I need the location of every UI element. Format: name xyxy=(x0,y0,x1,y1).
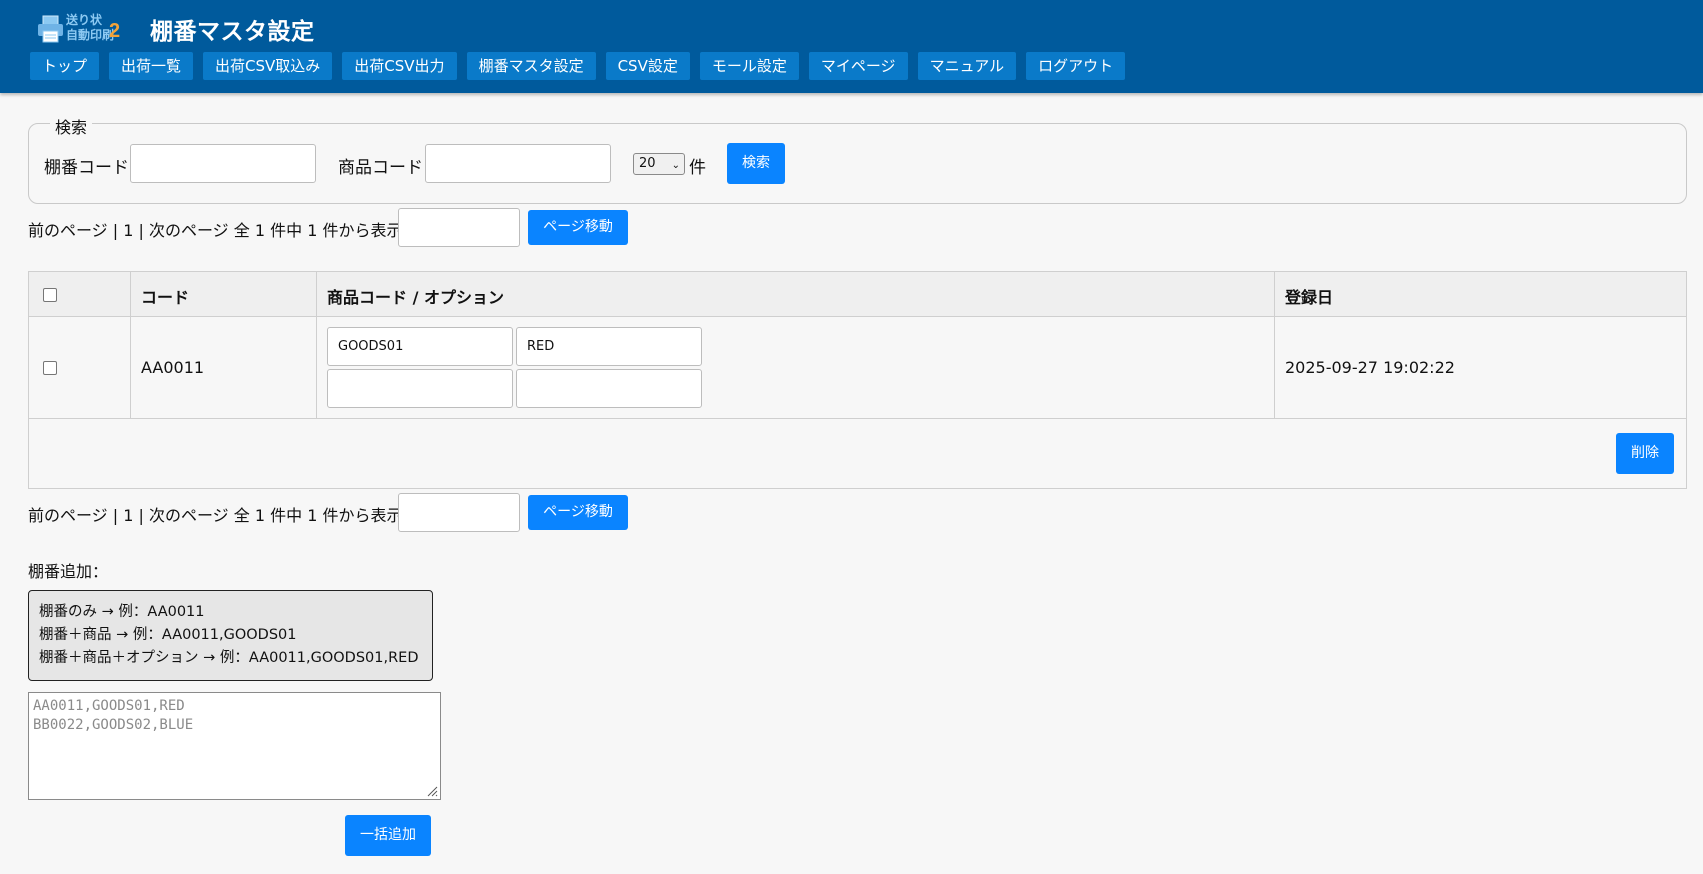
page-move-button-top[interactable]: ページ移動 xyxy=(528,210,628,245)
nav-shipment-csv-import[interactable]: 出荷CSV取込み xyxy=(203,52,333,80)
per-page-value: 20 xyxy=(639,156,656,171)
logo-text-line1: 送り状 xyxy=(66,13,103,27)
page-input-top[interactable] xyxy=(398,208,520,247)
column-divider xyxy=(1274,272,1275,419)
per-page-unit: 件 xyxy=(689,158,706,178)
row-registered-date: 2025-09-27 19:02:22 xyxy=(1285,358,1455,377)
shelf-code-input[interactable] xyxy=(130,144,316,183)
example-shelf-product-option: 棚番＋商品＋オプション → 例：AA0011,GOODS01,RED xyxy=(39,650,419,666)
option-field-2[interactable] xyxy=(516,369,702,408)
nav-my-page[interactable]: マイページ xyxy=(808,52,908,80)
search-button[interactable]: 検索 xyxy=(727,143,785,184)
nav-top[interactable]: トップ xyxy=(30,52,100,80)
nav-shelf-master[interactable]: 棚番マスタ設定 xyxy=(466,52,596,80)
main-nav: トップ 出荷一覧 出荷CSV取込み 出荷CSV出力 棚番マスタ設定 CSV設定 … xyxy=(30,52,1135,80)
bulk-add-textarea[interactable]: AA0011,GOODS01,RED BB0022,GOODS02,BLUE xyxy=(28,692,441,800)
page-title: 棚番マスタ設定 xyxy=(150,19,315,45)
pager-text-top: 前のページ | 1 | 次のページ 全 1 件中 1 件から表示 xyxy=(28,221,403,240)
example-shelf-product: 棚番＋商品 → 例：AA0011,GOODS01 xyxy=(39,627,297,643)
product-code-input[interactable] xyxy=(425,144,611,183)
option-field[interactable]: RED xyxy=(516,327,702,366)
row-code: AA0011 xyxy=(141,358,205,377)
row-checkbox[interactable] xyxy=(43,361,57,375)
nav-shipment-list[interactable]: 出荷一覧 xyxy=(109,52,194,80)
header-product-option: 商品コード / オプション xyxy=(327,288,504,307)
table-row: AA0011 GOODS01 RED 2025-09-27 19:02:22 xyxy=(29,318,1686,419)
example-shelf-only: 棚番のみ → 例：AA0011 xyxy=(39,604,205,620)
table-header-row: コード 商品コード / オプション 登録日 xyxy=(29,272,1686,317)
nav-mall-settings[interactable]: モール設定 xyxy=(699,52,799,80)
app-header: 送り状 自動印刷 2 棚番マスタ設定 トップ 出荷一覧 出荷CSV取込み 出荷C… xyxy=(0,0,1703,93)
shelf-table: コード 商品コード / オプション 登録日 AA0011 GOODS01 RED… xyxy=(28,271,1687,489)
app-logo[interactable]: 送り状 自動印刷 2 xyxy=(36,12,128,44)
per-page-select[interactable]: 20 ⌄ xyxy=(633,153,685,175)
pager-text-bottom: 前のページ | 1 | 次のページ 全 1 件中 1 件から表示 xyxy=(28,506,403,525)
nav-csv-settings[interactable]: CSV設定 xyxy=(605,52,690,80)
page-input-bottom[interactable] xyxy=(398,493,520,532)
header-code: コード xyxy=(141,288,190,307)
add-shelf-label: 棚番追加： xyxy=(28,562,109,581)
placeholder-line: BB0022,GOODS02,BLUE xyxy=(33,717,194,733)
resize-handle-icon[interactable] xyxy=(426,785,438,797)
chevron-down-icon: ⌄ xyxy=(671,160,680,171)
nav-shipment-csv-export[interactable]: 出荷CSV出力 xyxy=(342,52,457,80)
shelf-code-label: 棚番コード xyxy=(44,158,129,178)
search-legend: 検索 xyxy=(50,114,93,138)
logo-text-line2: 自動印刷 xyxy=(66,28,115,42)
placeholder-line: AA0011,GOODS01,RED xyxy=(33,698,185,714)
delete-button[interactable]: 削除 xyxy=(1616,433,1674,474)
product-code-field[interactable]: GOODS01 xyxy=(327,327,513,366)
column-divider xyxy=(316,272,317,419)
bulk-add-button[interactable]: 一括追加 xyxy=(345,815,431,856)
select-all-checkbox[interactable] xyxy=(43,288,57,302)
product-code-field-2[interactable] xyxy=(327,369,513,408)
nav-manual[interactable]: マニュアル xyxy=(917,52,1017,80)
logo-number: 2 xyxy=(109,20,121,42)
column-divider xyxy=(130,272,131,419)
nav-logout[interactable]: ログアウト xyxy=(1026,52,1126,80)
header-registered-date: 登録日 xyxy=(1285,288,1334,307)
page-move-button-bottom[interactable]: ページ移動 xyxy=(528,495,628,530)
format-examples-box: 棚番のみ → 例：AA0011 棚番＋商品 → 例：AA0011,GOODS01… xyxy=(28,590,433,681)
printer-icon xyxy=(38,15,63,43)
product-code-label: 商品コード xyxy=(338,158,423,178)
